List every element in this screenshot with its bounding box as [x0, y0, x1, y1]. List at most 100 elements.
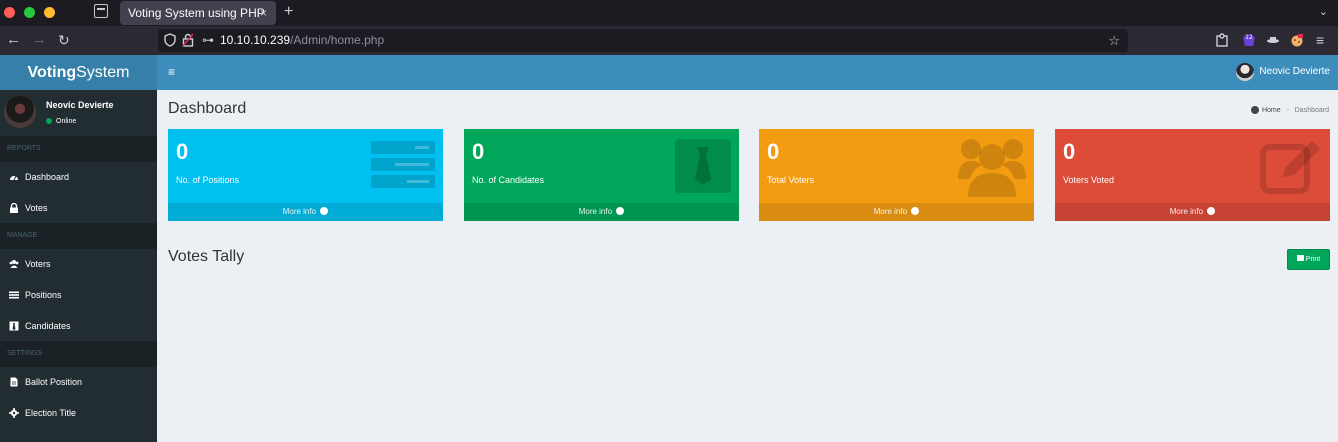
browser-tab-bar: Voting System using PHP × + ⌄ — [0, 0, 1338, 26]
sidebar-item-votes[interactable]: Votes — [0, 194, 157, 223]
dashboard-icon — [1250, 106, 1259, 114]
sidebar-item-label: Candidates — [25, 321, 71, 332]
logo-rest: System — [76, 64, 130, 81]
breadcrumb-active: Dashboard — [1294, 106, 1329, 114]
positions-info-box: 0 No. of Positions More info — [168, 129, 443, 221]
more-info-text: More info — [1169, 207, 1204, 216]
top-navbar: ≡ Neovic Devierte — [157, 55, 1338, 90]
sidebar-header-reports: REPORTS — [0, 136, 157, 162]
browser-nav-bar: ← → ↻ ⊶ 10.10.10.239/Admin/home.php ☆ 12… — [0, 26, 1338, 55]
sidebar-item-election-title[interactable]: Election Title — [0, 399, 157, 428]
print-button[interactable]: Print — [1287, 249, 1330, 270]
reload-button[interactable]: ↻ — [58, 31, 70, 49]
more-info-text: More info — [282, 207, 317, 216]
window-minimize-button[interactable] — [44, 7, 55, 18]
extension-badge: 12 — [1245, 34, 1253, 41]
sidebar-avatar — [4, 96, 36, 128]
voters-voted-count: 0 — [1063, 139, 1076, 164]
dashboard-icon — [10, 175, 18, 180]
users-icon — [9, 259, 19, 268]
sidebar-header-settings: SETTINGS — [0, 341, 157, 367]
cog-icon — [9, 407, 19, 418]
key-icon[interactable]: ⊶ — [202, 29, 214, 52]
voters-more-info-link[interactable]: More info — [759, 203, 1034, 221]
window-close-button[interactable] — [4, 7, 15, 18]
breadcrumb-separator: > — [1285, 106, 1290, 114]
list-icon — [371, 141, 435, 188]
browser-menu-icon[interactable]: ≡ — [1316, 32, 1330, 48]
ublock-extension-icon[interactable]: 12 — [1242, 32, 1256, 48]
sidebar-item-candidates[interactable]: Candidates — [0, 312, 157, 341]
tab-close-icon[interactable]: × — [260, 1, 267, 25]
logo-bold: Voting — [27, 64, 77, 81]
list-icon — [9, 291, 19, 299]
new-tab-button[interactable]: + — [284, 2, 293, 22]
lock-icon — [10, 202, 18, 213]
forward-button[interactable]: → — [32, 31, 47, 49]
sidebar-item-label: Election Title — [25, 408, 77, 419]
sidebar-user-panel: Neovic Devierte Online — [0, 90, 157, 136]
black-tie-icon — [9, 321, 19, 331]
votes-tally-title: Votes Tally — [168, 248, 245, 265]
print-label: Print — [1305, 256, 1321, 263]
arrow-circle-right-icon — [320, 206, 329, 215]
sidebar-item-dashboard[interactable]: Dashboard — [0, 163, 157, 192]
sidebar-item-ballot-position[interactable]: Ballot Position — [0, 368, 157, 397]
candidates-label: No. of Candidates — [472, 175, 545, 185]
tab-list-icon[interactable] — [94, 4, 108, 18]
avatar — [1236, 63, 1255, 81]
tab-title: Voting System using PHP — [128, 6, 265, 20]
breadcrumb: Home > Dashboard — [1250, 106, 1329, 114]
online-status-icon — [46, 118, 52, 125]
sidebar-user-name: Neovic Devierte — [46, 100, 114, 110]
file-icon — [10, 377, 18, 387]
status-text: Online — [56, 118, 77, 125]
extensions-icon[interactable] — [1215, 32, 1229, 48]
url-text: 10.10.10.239/Admin/home.php — [220, 29, 384, 52]
cookie-extension-icon[interactable] — [1290, 32, 1304, 48]
sidebar-item-voters[interactable]: Voters — [0, 250, 157, 279]
browser-tab-active[interactable]: Voting System using PHP × — [120, 1, 276, 25]
positions-count: 0 — [176, 139, 189, 164]
sidebar-toggle-icon[interactable]: ≡ — [168, 66, 175, 78]
sidebar: Neovic Devierte Online REPORTS Dashboard… — [0, 90, 157, 442]
insecure-lock-icon[interactable] — [182, 33, 194, 47]
voters-voted-more-info-link[interactable]: More info — [1055, 203, 1330, 221]
positions-more-info-link[interactable]: More info — [168, 203, 443, 221]
user-menu[interactable]: Neovic Devierte — [1236, 63, 1330, 82]
page-title: Dashboard — [168, 100, 247, 117]
sidebar-header-manage: MANAGE — [0, 223, 157, 249]
positions-label: No. of Positions — [176, 175, 240, 185]
breadcrumb-home[interactable]: Home — [1262, 107, 1281, 114]
url-bar[interactable]: ⊶ 10.10.10.239/Admin/home.php ☆ — [158, 29, 1128, 52]
tab-overflow-icon[interactable]: ⌄ — [1319, 5, 1328, 18]
arrow-circle-right-icon — [616, 206, 625, 215]
candidates-count: 0 — [472, 139, 485, 164]
bookmark-star-icon[interactable]: ☆ — [1108, 29, 1120, 52]
app-logo[interactable]: VotingSystem — [0, 55, 157, 90]
voters-voted-label: Voters Voted — [1063, 175, 1115, 185]
more-info-text: More info — [873, 207, 908, 216]
arrow-circle-right-icon — [1207, 206, 1216, 215]
sidebar-item-label: Dashboard — [25, 172, 70, 183]
total-voters-label: Total Voters — [767, 175, 815, 185]
total-voters-info-box: 0 Total Voters More info — [759, 129, 1034, 221]
arrow-circle-right-icon — [911, 206, 920, 215]
users-icon — [958, 139, 1026, 197]
incognito-extension-icon[interactable] — [1266, 32, 1280, 48]
shield-icon[interactable] — [164, 33, 176, 47]
header-user-name: Neovic Devierte — [1259, 66, 1330, 77]
black-tie-icon — [675, 139, 731, 193]
total-voters-count: 0 — [767, 139, 780, 164]
user-status: Online — [46, 118, 76, 125]
sidebar-item-label: Voters — [25, 259, 51, 270]
sidebar-item-label: Positions — [25, 290, 62, 301]
back-button[interactable]: ← — [6, 31, 21, 49]
url-path: /Admin/home.php — [290, 33, 385, 47]
sidebar-item-label: Ballot Position — [25, 377, 83, 388]
candidates-more-info-link[interactable]: More info — [464, 203, 739, 221]
url-host: 10.10.10.239 — [220, 33, 291, 47]
sidebar-item-positions[interactable]: Positions — [0, 281, 157, 310]
window-maximize-button[interactable] — [24, 7, 35, 18]
print-icon — [1296, 255, 1304, 262]
